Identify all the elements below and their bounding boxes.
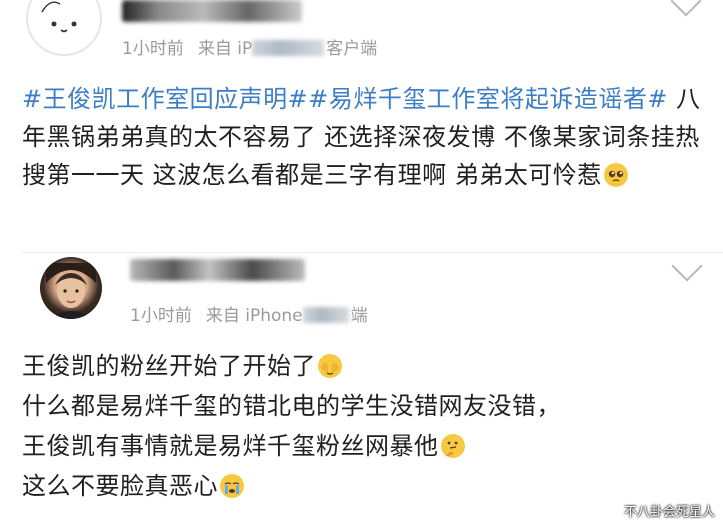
post-time-2: 1小时前 [130,306,192,326]
post-content-1: #王俊凯工作室回应声明##易烊千玺工作室将起诉造谣者# 八年黑锅弟弟真的太不容易… [22,80,702,194]
post-meta-2: 1小时前 来自 iPhone 端 [130,301,382,326]
post-source-1: 来自 iP 客户端 [197,39,378,59]
comment-divider [22,252,723,253]
post-time-1: 1小时前 [122,39,184,59]
user-avatar-2[interactable] [40,257,102,319]
post-meta-1: 1小时前 来自 iP 客户端 [122,34,391,59]
post-source-2: 来自 iPhone 端 [205,306,368,326]
device-name-blurred-2 [302,307,349,323]
chevron-down-icon[interactable] [671,250,703,282]
thinking-face-icon [440,434,465,458]
username-1-blurred[interactable] [122,0,302,22]
comment-2: 1小时前 来自 iPhone 端 王俊凯的粉丝开始了开始了 什么都是易烊千玺的错北电… [0,250,723,526]
cartoon-bunny-avatar-icon [30,0,98,52]
watermark: 不八卦会死星人 [623,505,715,520]
post-line-2: 什么都是易烊千玺的错北电的学生没错网友没错， [22,392,561,420]
crying-face-icon [220,474,244,498]
topic-link-1[interactable]: #王俊凯工作室回应声明# [22,85,308,113]
user-avatar-1[interactable] [26,0,102,56]
profile-photo-icon [46,263,96,319]
post-line-4: 这么不要脸真恶心 [22,466,702,506]
post-content-2: 王俊凯的粉丝开始了开始了 什么都是易烊千玺的错北电的学生没错网友没错， 王俊凯有… [22,346,702,506]
username-2-blurred[interactable] [130,259,305,281]
topic-link-2[interactable]: #易烊千玺工作室将起诉造谣者# [308,85,668,113]
comment-1: 1小时前 来自 iP 客户端 #王俊凯工作室回应声明##易烊千玺工作室将起诉造谣者#… [0,0,723,255]
post-line-3: 王俊凯有事情就是易烊千玺粉丝网暴他 [22,426,702,466]
chevron-down-icon[interactable] [670,0,702,17]
post-line-1: 王俊凯的粉丝开始了开始了 [22,346,702,386]
pleading-face-icon [603,163,628,187]
device-name-blurred-1 [252,40,325,56]
face-with-hand-over-eyes-icon [318,354,342,378]
